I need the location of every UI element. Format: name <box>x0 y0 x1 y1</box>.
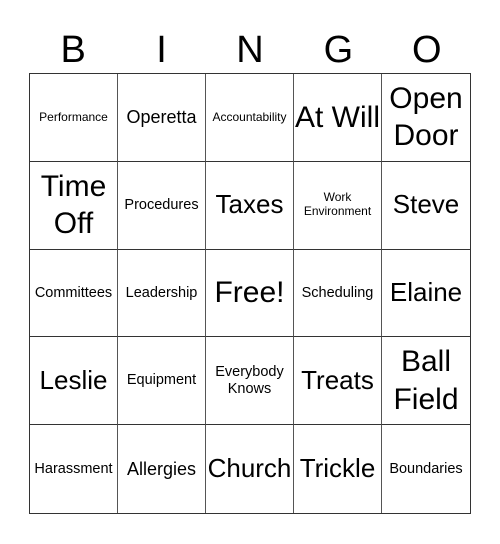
header-letter-b: B <box>60 29 86 71</box>
bingo-grid: Performance Operetta Accountability At Will… <box>29 73 471 514</box>
cell-label: Accountability <box>212 109 287 124</box>
bingo-cell[interactable]: Leadership <box>118 249 206 338</box>
bingo-cell[interactable]: Treats <box>294 337 382 426</box>
bingo-cell[interactable]: Performance <box>30 74 118 162</box>
cell-label: Operetta <box>126 107 197 128</box>
bingo-header: B I N G O <box>29 28 471 73</box>
bingo-cell[interactable]: Operetta <box>118 74 206 162</box>
cell-label: Committees <box>34 284 113 301</box>
bingo-cell[interactable]: Work Environment <box>294 161 382 250</box>
bingo-cell[interactable]: Committees <box>30 249 118 338</box>
cell-label: Scheduling <box>301 284 374 301</box>
bingo-cell[interactable]: Equipment <box>118 337 206 426</box>
bingo-cell[interactable]: Steve <box>382 162 470 250</box>
bingo-cell[interactable]: Elaine <box>382 250 470 338</box>
cell-label: Performance <box>39 109 108 124</box>
bingo-cell[interactable]: Time Off <box>30 161 118 250</box>
free-space-cell[interactable]: Free! <box>206 249 294 338</box>
cell-label: Taxes <box>215 189 284 220</box>
header-letter-i: I <box>156 29 167 71</box>
cell-label: Procedures <box>124 196 199 213</box>
bingo-cell[interactable]: Procedures <box>118 161 206 250</box>
header-letter-n: N <box>236 29 264 71</box>
bingo-cell[interactable]: Church <box>206 425 294 513</box>
cell-label: Trickle <box>299 453 376 484</box>
cell-label: Free! <box>214 276 285 310</box>
cell-label: At Will <box>295 100 380 134</box>
bingo-cell[interactable]: Leslie <box>30 337 118 426</box>
bingo-cell[interactable]: Taxes <box>206 161 294 250</box>
header-letter-o: O <box>411 29 442 71</box>
cell-label: Leslie <box>39 364 108 395</box>
bingo-cell[interactable]: Accountability <box>206 74 294 162</box>
cell-label: Open Door <box>389 81 463 153</box>
cell-label: Harassment <box>34 460 113 477</box>
cell-label: Everybody Knows <box>215 364 284 397</box>
cell-label: Time Off <box>40 169 107 241</box>
cell-label: Church <box>207 453 292 484</box>
bingo-cell[interactable]: Open Door <box>382 74 470 162</box>
cell-label: Work Environment <box>303 190 372 219</box>
cell-label: Elaine <box>389 277 463 308</box>
bingo-cell[interactable]: Allergies <box>118 425 206 513</box>
bingo-cell[interactable]: Ball Field <box>382 337 470 426</box>
cell-label: Equipment <box>126 372 197 389</box>
bingo-cell[interactable]: Trickle <box>294 425 382 513</box>
header-letter-g: G <box>323 29 354 71</box>
bingo-cell[interactable]: Harassment <box>30 425 118 513</box>
cell-label: Steve <box>392 189 460 220</box>
cell-label: Leadership <box>125 284 198 301</box>
bingo-cell[interactable]: At Will <box>294 74 382 162</box>
cell-label: Ball Field <box>393 345 459 416</box>
bingo-cell[interactable]: Everybody Knows <box>206 337 294 426</box>
cell-label: Allergies <box>126 458 197 479</box>
cell-label: Treats <box>301 364 374 395</box>
cell-label: Boundaries <box>389 460 463 477</box>
bingo-cell[interactable]: Boundaries <box>382 425 470 513</box>
bingo-cell[interactable]: Scheduling <box>294 249 382 338</box>
